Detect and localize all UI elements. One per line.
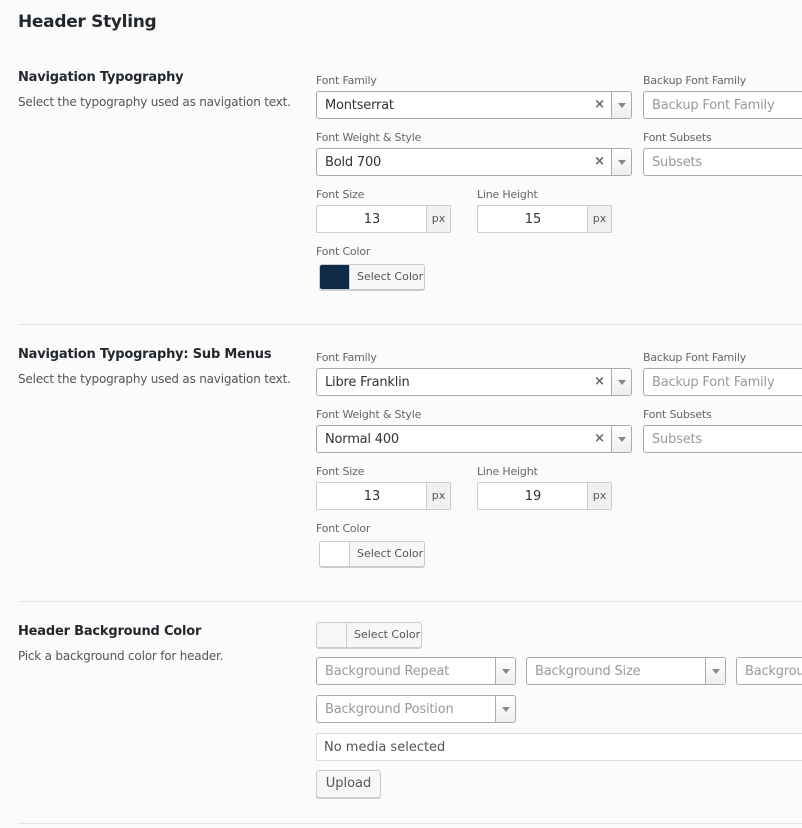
- background-size-select[interactable]: Background Size: [526, 657, 726, 685]
- backup-font-label: Backup Font Family: [643, 351, 747, 364]
- select-color-button[interactable]: Select Color: [316, 622, 422, 648]
- font-color-label: Font Color: [316, 522, 371, 535]
- line-height-value: 15: [524, 212, 542, 227]
- font-size-value: 13: [363, 212, 381, 227]
- font-family-label: Font Family: [316, 351, 377, 364]
- select-color-label: Select Color: [357, 270, 424, 283]
- line-height-value: 19: [524, 489, 542, 504]
- section-divider: [18, 324, 802, 325]
- font-color-label: Font Color: [316, 245, 371, 258]
- font-subsets-label: Font Subsets: [643, 408, 712, 421]
- color-swatch: [320, 542, 350, 566]
- select-color-button[interactable]: Select Color: [319, 541, 425, 567]
- chevron-down-icon[interactable]: [495, 658, 515, 684]
- clear-icon[interactable]: ×: [594, 374, 605, 389]
- chevron-down-icon[interactable]: [705, 658, 725, 684]
- font-subsets-placeholder: Subsets: [652, 432, 702, 447]
- chevron-down-icon[interactable]: [611, 92, 631, 118]
- section-title-nav-typography: Navigation Typography: [18, 70, 184, 85]
- media-url-field[interactable]: No media selected: [316, 733, 802, 761]
- font-size-unit: px: [426, 483, 450, 509]
- backup-font-placeholder: Backup Font Family: [652, 98, 775, 113]
- font-subsets-placeholder: Subsets: [652, 155, 702, 170]
- font-size-input[interactable]: 13 px: [316, 482, 451, 510]
- font-size-label: Font Size: [316, 188, 365, 201]
- select-color-button[interactable]: Select Color: [319, 264, 425, 290]
- font-size-unit: px: [426, 206, 450, 232]
- line-height-unit: px: [587, 483, 611, 509]
- line-height-label: Line Height: [477, 188, 538, 201]
- color-swatch: [317, 623, 347, 647]
- background-size-placeholder: Background Size: [535, 664, 641, 679]
- background-attachment-select[interactable]: Backgrou: [736, 657, 802, 685]
- font-family-value: Montserrat: [325, 98, 394, 113]
- background-position-select[interactable]: Background Position: [316, 695, 516, 723]
- page-title: Header Styling: [18, 12, 157, 32]
- select-color-label: Select Color: [357, 547, 424, 560]
- font-subsets-select[interactable]: Subsets: [643, 425, 802, 453]
- backup-font-select[interactable]: Backup Font Family: [643, 368, 802, 396]
- font-weight-label: Font Weight & Style: [316, 131, 422, 144]
- font-weight-label: Font Weight & Style: [316, 408, 422, 421]
- background-attachment-placeholder: Backgrou: [745, 664, 802, 679]
- font-size-label: Font Size: [316, 465, 365, 478]
- font-size-input[interactable]: 13 px: [316, 205, 451, 233]
- line-height-unit: px: [587, 206, 611, 232]
- upload-button[interactable]: Upload: [316, 770, 381, 798]
- chevron-down-icon[interactable]: [495, 696, 515, 722]
- section-title-header-bg: Header Background Color: [18, 624, 202, 639]
- section-divider: [18, 601, 802, 602]
- clear-icon[interactable]: ×: [594, 431, 605, 446]
- font-subsets-select[interactable]: Subsets: [643, 148, 802, 176]
- font-weight-select[interactable]: Normal 400 ×: [316, 425, 632, 453]
- media-status-text: No media selected: [324, 740, 446, 755]
- color-swatch: [320, 265, 350, 289]
- section-divider: [18, 823, 802, 824]
- backup-font-select[interactable]: Backup Font Family: [643, 91, 802, 119]
- section-desc-sub-menus: Select the typography used as navigation…: [18, 372, 291, 386]
- section-desc-nav-typography: Select the typography used as navigation…: [18, 95, 291, 109]
- section-title-sub-menus: Navigation Typography: Sub Menus: [18, 347, 272, 362]
- line-height-input[interactable]: 15 px: [477, 205, 612, 233]
- backup-font-label: Backup Font Family: [643, 74, 747, 87]
- chevron-down-icon[interactable]: [611, 149, 631, 175]
- chevron-down-icon[interactable]: [611, 426, 631, 452]
- font-family-label: Font Family: [316, 74, 377, 87]
- font-weight-select[interactable]: Bold 700 ×: [316, 148, 632, 176]
- section-desc-header-bg: Pick a background color for header.: [18, 649, 224, 663]
- background-position-placeholder: Background Position: [325, 702, 454, 717]
- font-subsets-label: Font Subsets: [643, 131, 712, 144]
- clear-icon[interactable]: ×: [594, 97, 605, 112]
- font-weight-value: Bold 700: [325, 155, 382, 170]
- font-size-value: 13: [363, 489, 381, 504]
- line-height-input[interactable]: 19 px: [477, 482, 612, 510]
- background-repeat-placeholder: Background Repeat: [325, 664, 450, 679]
- line-height-label: Line Height: [477, 465, 538, 478]
- background-repeat-select[interactable]: Background Repeat: [316, 657, 516, 685]
- select-color-label: Select Color: [354, 628, 421, 641]
- chevron-down-icon[interactable]: [611, 369, 631, 395]
- clear-icon[interactable]: ×: [594, 154, 605, 169]
- font-family-value: Libre Franklin: [325, 375, 410, 390]
- font-family-select[interactable]: Libre Franklin ×: [316, 368, 632, 396]
- font-weight-value: Normal 400: [325, 432, 399, 447]
- font-family-select[interactable]: Montserrat ×: [316, 91, 632, 119]
- backup-font-placeholder: Backup Font Family: [652, 375, 775, 390]
